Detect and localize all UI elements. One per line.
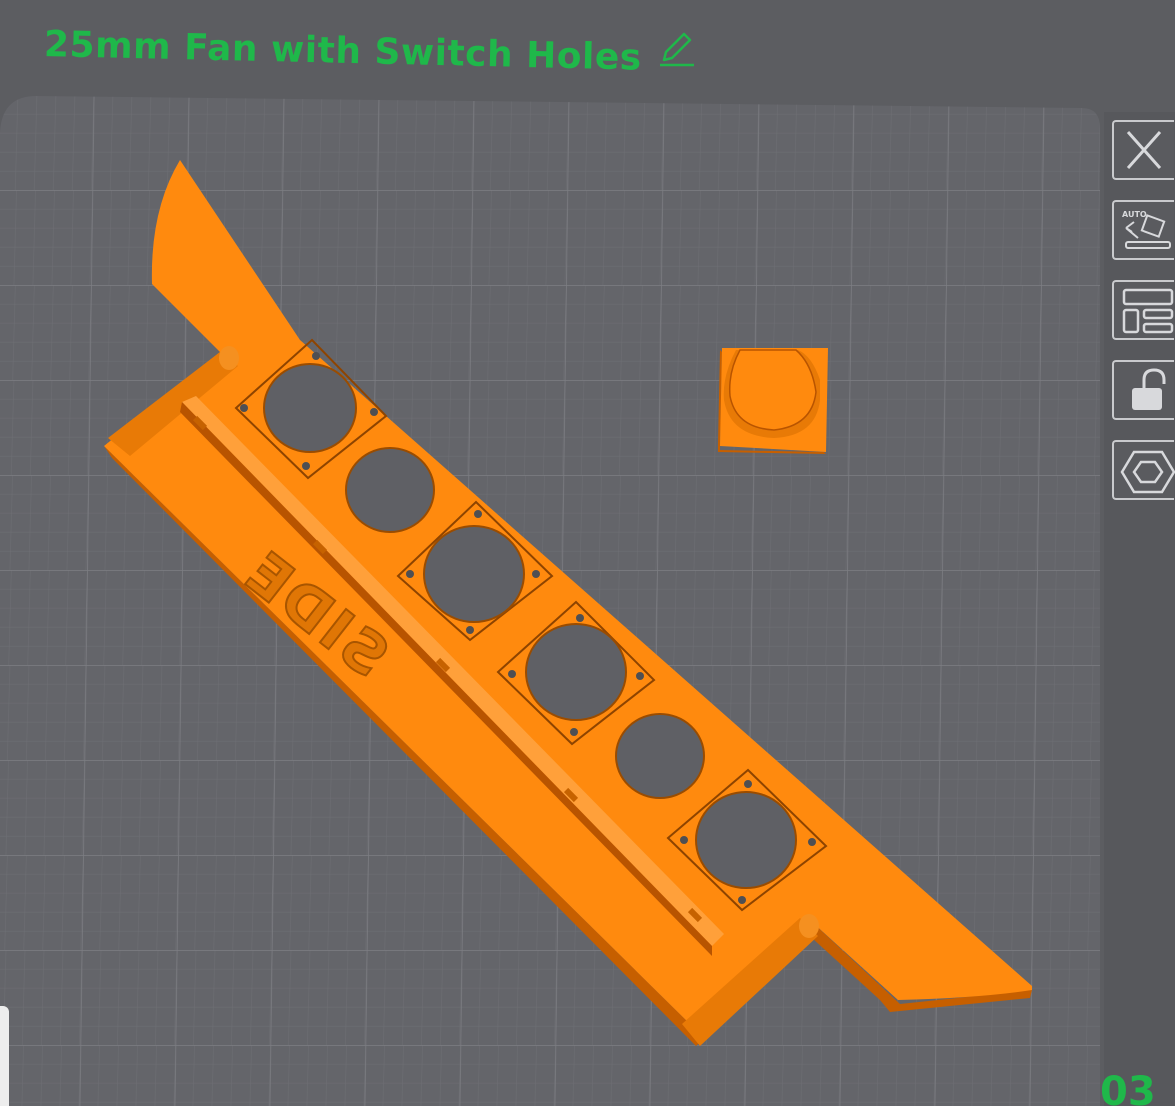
lock-button[interactable] (1112, 360, 1174, 420)
fan-hole-1 (263, 363, 357, 453)
cap-boss-top (728, 349, 817, 431)
arrange-button[interactable] (1112, 280, 1174, 340)
fan-hole-4 (525, 623, 627, 721)
settings-button[interactable] (1112, 440, 1175, 500)
auto-orient-button[interactable]: AUTO (1112, 200, 1174, 260)
fan-hole-6 (695, 791, 797, 889)
fan-cap-model[interactable] (718, 348, 828, 454)
right-hinge-cap (799, 914, 819, 938)
auto-orient-icon: AUTO (1122, 210, 1171, 249)
project-title: 25mm Fan with Switch Holes (43, 23, 643, 79)
left-panel-edge[interactable] (0, 1006, 9, 1106)
page-number: 03 (1100, 1069, 1156, 1106)
fan-hole-2 (345, 447, 435, 533)
app-window: SIDE 25mm Fan with Switch Holes AUTO 03 (0, 0, 1175, 1106)
layout-icon (1122, 288, 1174, 334)
title-bar: 25mm Fan with Switch Holes (44, 14, 696, 78)
close-button[interactable] (1112, 120, 1174, 180)
unlock-icon (1132, 368, 1166, 410)
3d-viewport[interactable]: SIDE (0, 0, 1100, 1106)
close-icon (1126, 131, 1162, 169)
pencil-icon[interactable] (656, 28, 696, 68)
side-toolbar: AUTO (1104, 112, 1175, 1106)
fan-hole-5 (615, 713, 705, 799)
svg-text:AUTO: AUTO (1122, 210, 1147, 219)
hex-nut-icon (1120, 450, 1175, 494)
left-hinge-cap (219, 346, 239, 370)
build-plate-scene[interactable]: SIDE (0, 0, 1100, 1106)
fan-hole-3 (423, 525, 525, 623)
